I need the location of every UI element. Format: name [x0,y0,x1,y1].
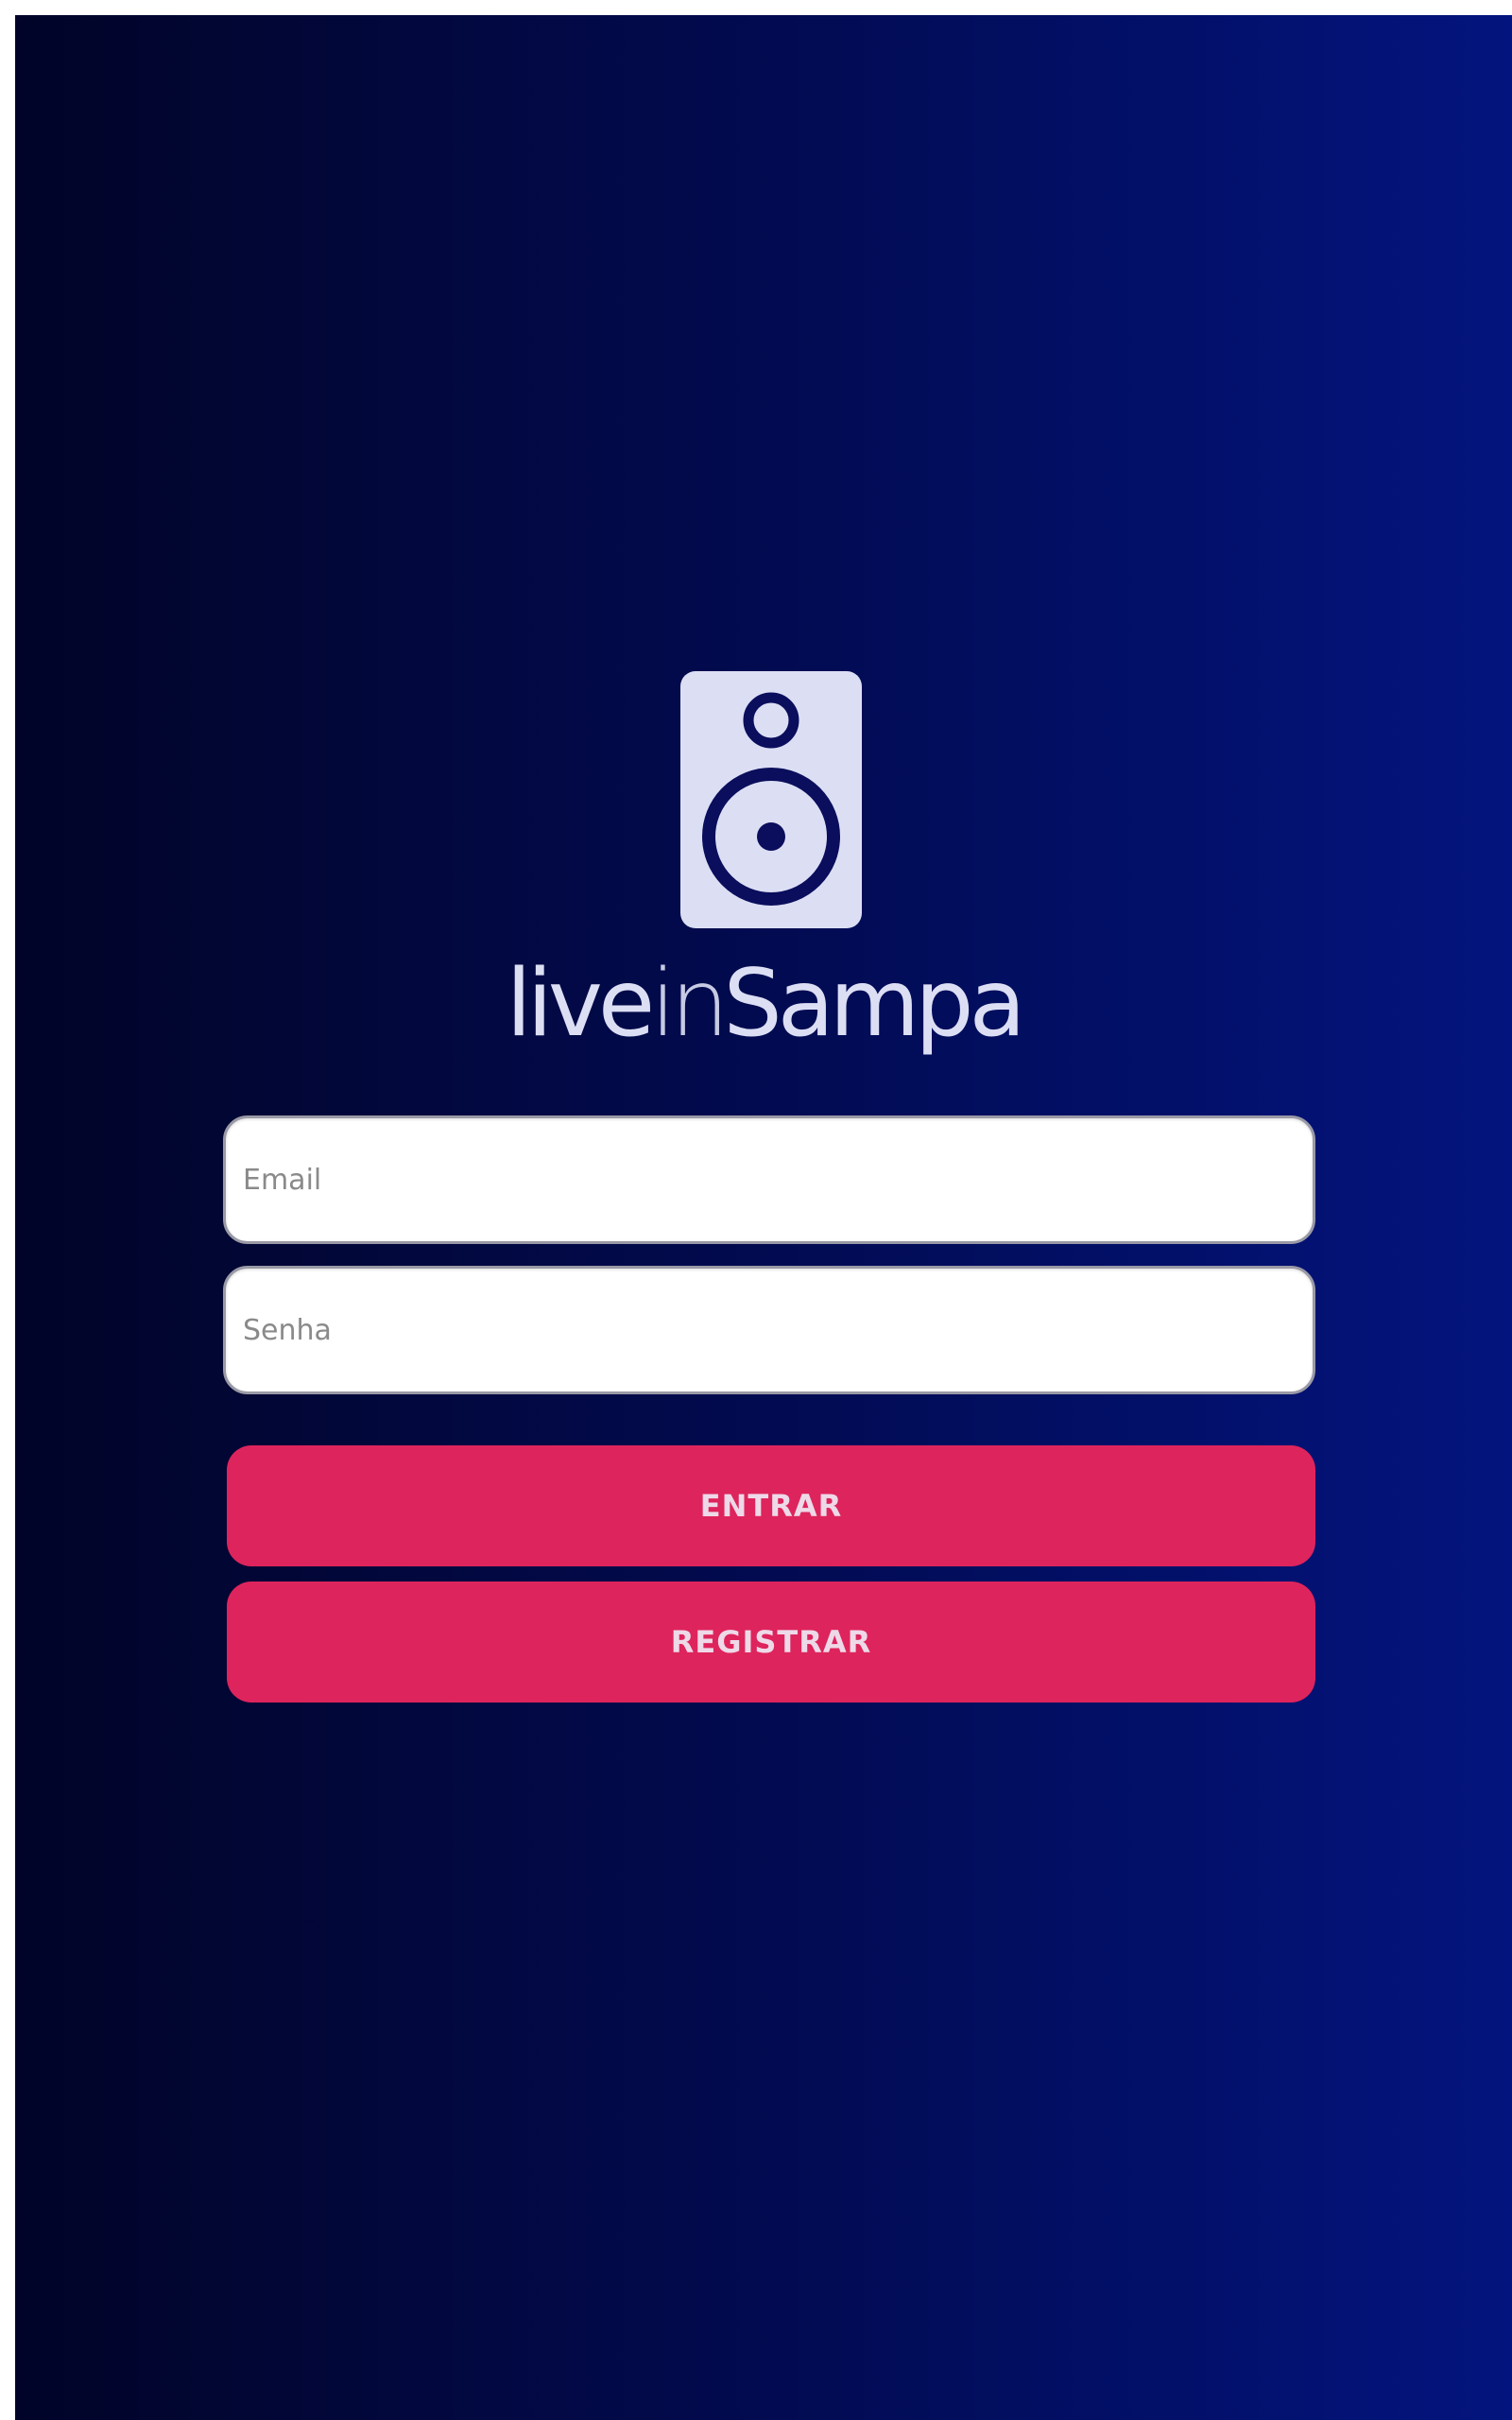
wordmark-sampa: Sampa [723,950,1026,1058]
brand-wordmark: liveinSampa [15,947,1512,1061]
wordmark-live: live [506,950,655,1058]
wordmark-in: in [650,950,729,1058]
password-field[interactable] [223,1266,1315,1394]
speaker-icon [680,671,862,928]
email-field[interactable] [223,1115,1315,1244]
login-screen: liveinSampa ENTRAR REGISTRAR [15,15,1512,2420]
register-button[interactable]: REGISTRAR [227,1582,1315,1703]
enter-button[interactable]: ENTRAR [227,1445,1315,1566]
